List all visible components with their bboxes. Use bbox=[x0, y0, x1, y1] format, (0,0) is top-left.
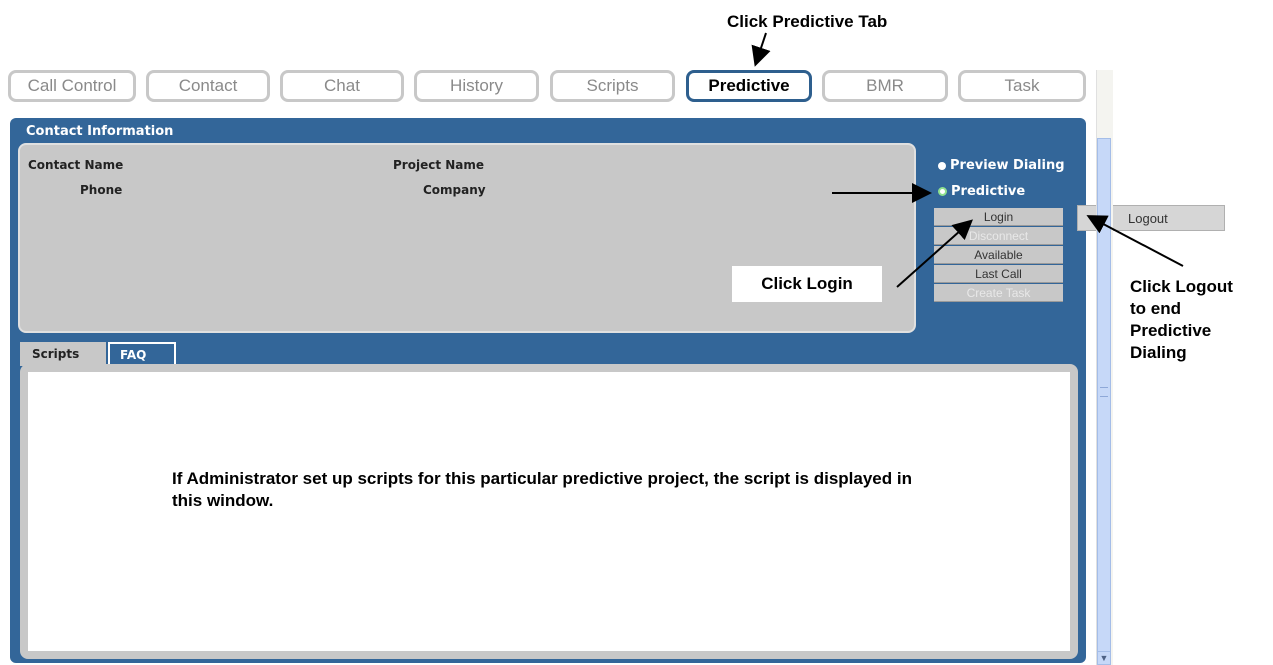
tab-scripts[interactable]: Scripts bbox=[550, 70, 675, 102]
company-label: Company bbox=[423, 183, 486, 197]
subtab-scripts[interactable]: Scripts bbox=[20, 342, 106, 366]
project-name-label: Project Name bbox=[393, 158, 485, 172]
tab-bmr[interactable]: BMR bbox=[822, 70, 948, 102]
scroll-down-arrow-icon[interactable]: ▼ bbox=[1097, 651, 1111, 665]
last-call-button[interactable]: Last Call bbox=[934, 265, 1063, 283]
predictive-label: Predictive bbox=[951, 184, 1026, 199]
tab-history[interactable]: History bbox=[414, 70, 539, 102]
preview-dialing-option[interactable]: Preview Dialing bbox=[938, 158, 1065, 173]
contact-information-title: Contact Information bbox=[26, 124, 174, 139]
scroll-grip-icon bbox=[1100, 387, 1108, 397]
create-task-button[interactable]: Create Task bbox=[934, 284, 1063, 302]
annotation-logout: Click Logout to end Predictive Dialing bbox=[1130, 276, 1233, 364]
disconnect-button[interactable]: Disconnect bbox=[934, 227, 1063, 245]
predictive-option[interactable]: Predictive bbox=[938, 184, 1025, 199]
script-message: If Administrator set up scripts for this… bbox=[172, 469, 912, 510]
annotation-logout-line-2: to end bbox=[1130, 299, 1181, 318]
phone-label: Phone bbox=[80, 183, 123, 197]
arrow-predictive-tab bbox=[751, 32, 771, 67]
annotation-logout-line-4: Dialing bbox=[1130, 343, 1187, 362]
tab-call-control[interactable]: Call Control bbox=[8, 70, 136, 102]
radio-unselected-icon[interactable] bbox=[938, 161, 946, 170]
subtab-faq[interactable]: FAQ bbox=[108, 342, 176, 366]
login-button[interactable]: Login bbox=[934, 208, 1063, 226]
annotation-logout-line-1: Click Logout bbox=[1130, 277, 1233, 296]
annotation-predictive-tab: Click Predictive Tab bbox=[727, 12, 888, 31]
tab-predictive[interactable]: Predictive bbox=[686, 70, 812, 102]
tab-chat[interactable]: Chat bbox=[280, 70, 404, 102]
preview-dialing-label: Preview Dialing bbox=[950, 158, 1065, 173]
radio-selected-icon[interactable] bbox=[938, 187, 947, 196]
annotation-login: Click Login bbox=[732, 266, 882, 302]
contact-name-label: Contact Name bbox=[28, 158, 124, 172]
available-button[interactable]: Available bbox=[934, 246, 1063, 264]
tab-contact[interactable]: Contact bbox=[146, 70, 270, 102]
annotation-logout-line-3: Predictive bbox=[1130, 321, 1212, 340]
tab-task[interactable]: Task bbox=[958, 70, 1086, 102]
